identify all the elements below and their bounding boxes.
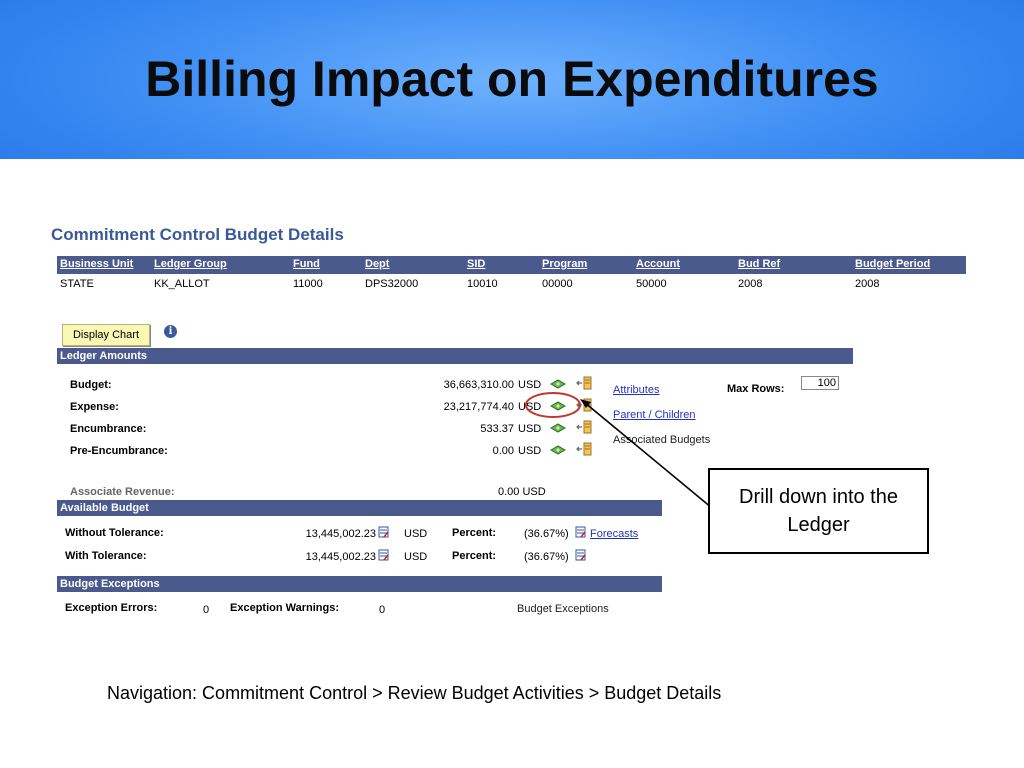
callout-arrow-line	[583, 401, 713, 509]
navigation-footer: Navigation: Commitment Control > Review …	[107, 683, 722, 703]
callout-box: Drill down into the Ledger	[708, 468, 929, 554]
callout-text: Drill down into the Ledger	[739, 486, 898, 536]
highlight-ring	[525, 392, 581, 418]
annotation-overlay	[525, 392, 713, 509]
